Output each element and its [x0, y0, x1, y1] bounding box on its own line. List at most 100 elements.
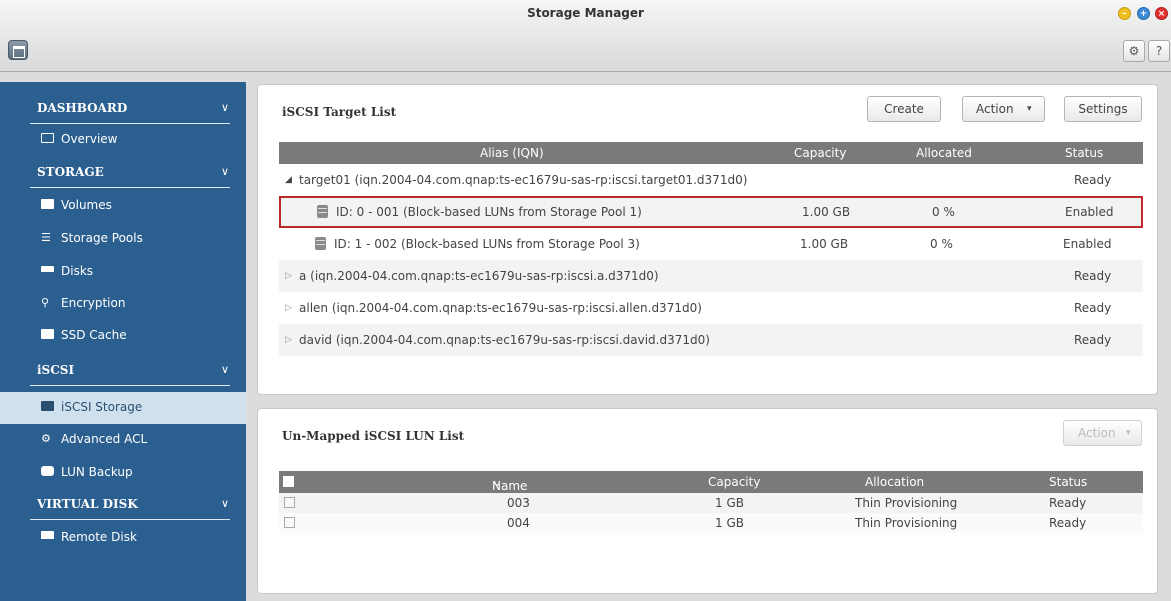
- row-checkbox[interactable]: [284, 497, 295, 508]
- column-header-capacity[interactable]: Capacity: [708, 475, 760, 489]
- sidebar-item-disks[interactable]: Disks: [0, 256, 246, 288]
- sidebar-item-label: Overview: [61, 132, 118, 146]
- chevron-down-icon: ∨: [221, 101, 230, 114]
- lun-label: ID: 1 - 002 (Block-based LUNs from Stora…: [334, 237, 640, 251]
- row-checkbox[interactable]: [284, 517, 295, 528]
- capacity-cell: 1 GB: [715, 516, 744, 530]
- select-all-checkbox[interactable]: [283, 476, 294, 487]
- sidebar-item-label: Remote Disk: [61, 530, 137, 544]
- target-alias: target01 (iqn.2004-04.com.qnap:ts-ec1679…: [299, 173, 748, 187]
- sidebar-item-overview[interactable]: Overview: [0, 124, 246, 156]
- sidebar-item-lun-backup[interactable]: LUN Backup: [0, 457, 246, 489]
- table-header: Alias (IQN) Capacity Allocated Status: [279, 142, 1143, 164]
- lun-icon: [317, 205, 328, 218]
- sidebar-item-storage-pools[interactable]: ☰ Storage Pools: [0, 223, 246, 255]
- sidebar-item-volumes[interactable]: Volumes: [0, 190, 246, 222]
- chevron-down-icon: ∨: [221, 497, 230, 510]
- app-menu-icon[interactable]: [8, 40, 28, 60]
- iscsi-target-list-panel: iSCSI Target List Create Action ▾ Settin…: [257, 84, 1158, 395]
- sidebar-section-virtual-disk[interactable]: VIRTUAL DISK ∨: [0, 488, 246, 520]
- sidebar-item-ssd-cache[interactable]: SSD Cache: [0, 320, 246, 352]
- column-header-status[interactable]: Status: [1049, 475, 1087, 489]
- expand-triangle-icon[interactable]: ◢: [285, 175, 292, 185]
- sidebar-item-encryption[interactable]: ⚲ Encryption: [0, 288, 246, 320]
- sidebar-item-remote-disk[interactable]: Remote Disk: [0, 522, 246, 554]
- close-button[interactable]: ×: [1155, 7, 1168, 20]
- lun-label: ID: 0 - 001 (Block-based LUNs from Stora…: [336, 205, 642, 219]
- maximize-button[interactable]: +: [1137, 7, 1150, 20]
- action-label: Action: [976, 102, 1014, 116]
- status-text: Ready: [1074, 269, 1112, 283]
- iscsi-icon: [41, 401, 54, 412]
- expand-triangle-icon[interactable]: ▷: [285, 271, 292, 281]
- table-row[interactable]: ▷ david (iqn.2004-04.com.qnap:ts-ec1679u…: [279, 324, 1143, 356]
- gear-icon: ⚙: [41, 432, 51, 445]
- status-text: Ready: [1049, 496, 1087, 510]
- status-text: Ready: [1074, 301, 1112, 315]
- volume-icon: [41, 199, 54, 210]
- settings-button[interactable]: ⚙: [1123, 40, 1145, 62]
- chevron-down-icon: ∨: [221, 165, 230, 178]
- allocated-cell: 0 %: [932, 205, 955, 219]
- sidebar-item-label: iSCSI Storage: [61, 400, 143, 414]
- allocation-cell: Thin Provisioning: [855, 516, 958, 530]
- capacity-cell: 1.00 GB: [800, 237, 849, 251]
- sidebar-item-label: LUN Backup: [61, 465, 133, 479]
- section-label: iSCSI: [37, 363, 75, 377]
- help-button[interactable]: ?: [1148, 40, 1170, 62]
- column-header-allocated[interactable]: Allocated: [916, 146, 972, 160]
- divider: [30, 519, 230, 520]
- column-header-alias[interactable]: Alias (IQN): [480, 146, 544, 160]
- action-dropdown[interactable]: Action ▾: [962, 96, 1045, 122]
- table-row[interactable]: ◢ target01 (iqn.2004-04.com.qnap:ts-ec16…: [279, 164, 1143, 196]
- target-alias: david (iqn.2004-04.com.qnap:ts-ec1679u-s…: [299, 333, 710, 347]
- sidebar-section-dashboard[interactable]: DASHBOARD ∨: [0, 92, 246, 124]
- lun-icon: [315, 237, 326, 250]
- remote-disk-icon: [41, 531, 54, 542]
- overview-icon: [41, 133, 54, 144]
- section-label: DASHBOARD: [37, 101, 128, 115]
- capacity-cell: 1.00 GB: [802, 205, 851, 219]
- table-row[interactable]: ▷ allen (iqn.2004-04.com.qnap:ts-ec1679u…: [279, 292, 1143, 324]
- sidebar-item-label: Advanced ACL: [61, 432, 148, 446]
- unmapped-lun-list-panel: Un-Mapped iSCSI LUN List Action ▾ Name ⌄…: [257, 408, 1158, 594]
- sidebar-item-advanced-acl[interactable]: ⚙ Advanced ACL: [0, 424, 246, 456]
- sidebar-item-label: Volumes: [61, 198, 112, 212]
- sidebar-section-iscsi[interactable]: iSCSI ∨: [0, 354, 246, 386]
- name-cell: 003: [507, 496, 530, 510]
- action-dropdown[interactable]: Action ▾: [1063, 420, 1142, 446]
- section-label: VIRTUAL DISK: [37, 497, 138, 511]
- column-header-allocation[interactable]: Allocation: [865, 475, 924, 489]
- storage-pool-icon: ☰: [41, 231, 51, 244]
- panel-title: Un-Mapped iSCSI LUN List: [282, 429, 465, 443]
- sidebar: DASHBOARD ∨ Overview STORAGE ∨ Volumes ☰…: [0, 82, 246, 601]
- sidebar-section-storage[interactable]: STORAGE ∨: [0, 156, 246, 188]
- section-label: STORAGE: [37, 165, 104, 179]
- minimize-button[interactable]: –: [1118, 7, 1131, 20]
- table-row[interactable]: 003 1 GB Thin Provisioning Ready: [279, 493, 1143, 513]
- table-row[interactable]: ▷ a (iqn.2004-04.com.qnap:ts-ec1679u-sas…: [279, 260, 1143, 292]
- settings-button[interactable]: Settings: [1064, 96, 1142, 122]
- caret-down-icon: ▾: [1126, 428, 1131, 438]
- chevron-down-icon: ∨: [221, 363, 230, 376]
- table-row[interactable]: ID: 1 - 002 (Block-based LUNs from Stora…: [279, 228, 1143, 260]
- gear-icon: ⚙: [1128, 44, 1140, 58]
- table-row[interactable]: ID: 0 - 001 (Block-based LUNs from Stora…: [279, 196, 1143, 228]
- column-header-status[interactable]: Status: [1065, 146, 1103, 160]
- status-text: Ready: [1074, 173, 1112, 187]
- sidebar-item-label: Disks: [61, 264, 94, 278]
- create-button[interactable]: Create: [867, 96, 941, 122]
- title-bar: Storage Manager – + × ⚙ ?: [0, 0, 1171, 72]
- sidebar-item-iscsi-storage[interactable]: iSCSI Storage: [0, 392, 246, 424]
- expand-triangle-icon[interactable]: ▷: [285, 335, 292, 345]
- table-row[interactable]: 004 1 GB Thin Provisioning Ready: [279, 513, 1143, 533]
- key-icon: ⚲: [41, 296, 50, 309]
- expand-triangle-icon[interactable]: ▷: [285, 303, 292, 313]
- column-header-name[interactable]: Name ⌄: [492, 475, 527, 493]
- window-title: Storage Manager: [527, 6, 644, 20]
- status-text: Enabled: [1063, 237, 1112, 251]
- target-alias: allen (iqn.2004-04.com.qnap:ts-ec1679u-s…: [299, 301, 702, 315]
- panel-title: iSCSI Target List: [282, 105, 397, 119]
- column-header-capacity[interactable]: Capacity: [794, 146, 846, 160]
- allocation-cell: Thin Provisioning: [855, 496, 958, 510]
